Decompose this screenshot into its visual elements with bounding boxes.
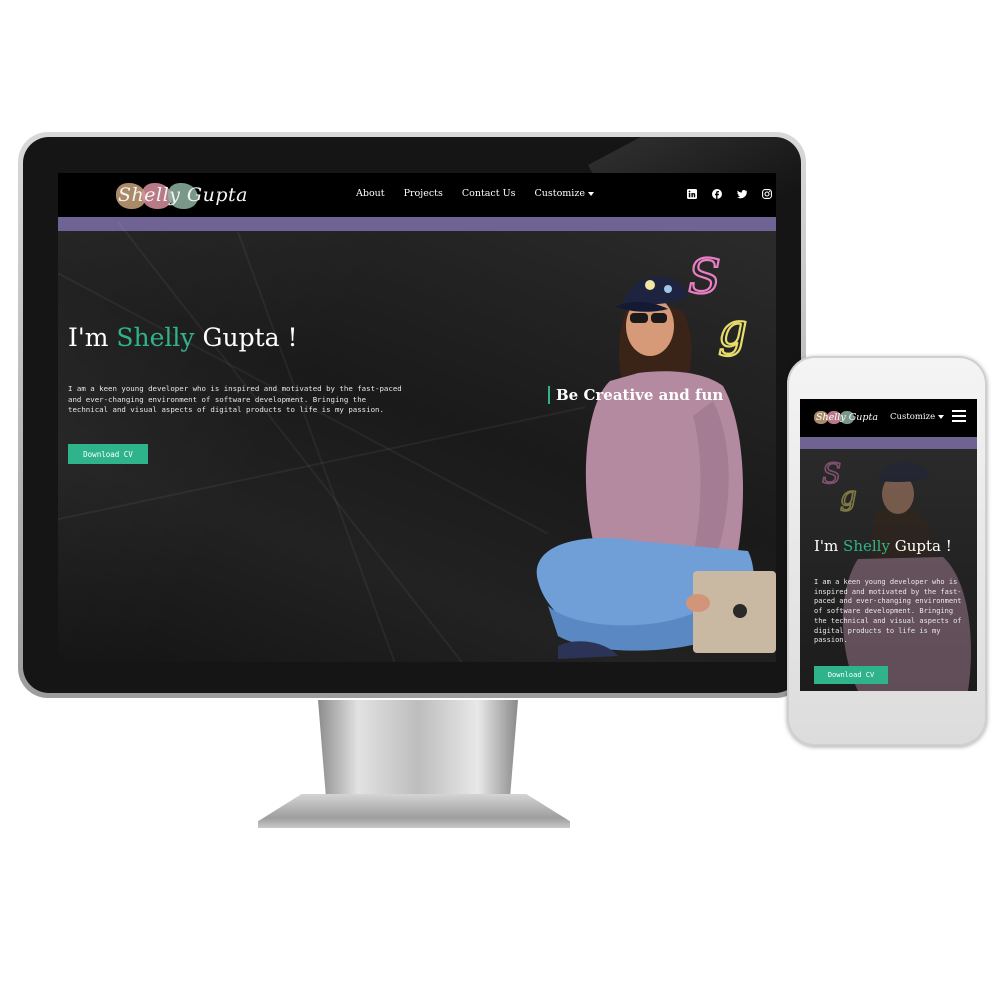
neon-initial-s: S	[688, 251, 721, 305]
mobile-title-prefix: I'm	[814, 537, 844, 555]
download-cv-button[interactable]: Download CV	[68, 444, 148, 464]
nav-link-contact[interactable]: Contact Us	[462, 188, 516, 199]
brand-name: Shelly Gupta	[118, 184, 248, 206]
background-streak	[117, 221, 489, 662]
neon-initial-g: g	[718, 303, 747, 357]
customize-label: Customize	[534, 188, 585, 199]
mobile-hero-title: I'm Shelly Gupta !	[814, 537, 952, 555]
mobile-phone: Shelly Gupta Customize S g I'm Shelly Gu…	[787, 356, 987, 746]
brand-logo[interactable]: Shelly Gupta	[116, 179, 252, 211]
mobile-hero-description: I am a keen young developer who is inspi…	[814, 578, 962, 645]
title-suffix: Gupta !	[194, 323, 298, 352]
chevron-down-icon	[587, 191, 594, 196]
title-prefix: I'm	[68, 323, 117, 352]
customize-dropdown[interactable]: Customize	[534, 188, 594, 199]
mobile-hero-section: S g I'm Shelly Gupta ! I am a keen young…	[800, 449, 977, 691]
mobile-neon-g: g	[840, 482, 857, 512]
mobile-download-cv-button[interactable]: Download CV	[814, 666, 888, 684]
hero-description: I am a keen young developer who is inspi…	[68, 384, 402, 414]
monitor-stand-neck	[318, 700, 518, 798]
mobile-profile-photo: S g	[821, 456, 971, 691]
desktop-screen: Shelly Gupta About Projects Contact Us C…	[58, 173, 776, 662]
nav-link-about[interactable]: About	[356, 188, 385, 199]
linkedin-icon[interactable]	[687, 189, 697, 199]
accent-band	[58, 217, 776, 231]
monitor-stand-base	[258, 794, 570, 828]
mobile-customize-label: Customize	[890, 412, 936, 422]
hero-section: I'm Shelly Gupta ! I am a keen young dev…	[58, 221, 776, 662]
background-streak	[58, 406, 586, 533]
mobile-brand-name: Shelly Gupta	[816, 412, 878, 423]
mobile-navbar: Shelly Gupta Customize	[800, 399, 977, 437]
hamburger-menu-icon[interactable]	[952, 410, 966, 423]
title-accent-name: Shelly	[116, 323, 195, 352]
mobile-brand-logo[interactable]: Shelly Gupta	[814, 409, 878, 427]
social-links	[687, 189, 772, 199]
nav-links: About Projects Contact Us Customize	[356, 188, 594, 199]
nav-link-projects[interactable]: Projects	[404, 188, 443, 199]
mobile-screen: Shelly Gupta Customize S g I'm Shelly Gu…	[800, 399, 977, 691]
desktop-navbar: Shelly Gupta About Projects Contact Us C…	[58, 173, 776, 217]
chevron-down-icon	[938, 414, 945, 419]
mobile-neon-s: S	[822, 457, 841, 490]
profile-photo: S g	[536, 251, 776, 659]
hero-title: I'm Shelly Gupta !	[68, 323, 298, 352]
desktop-monitor: Shelly Gupta About Projects Contact Us C…	[18, 132, 806, 698]
mobile-title-suffix: Gupta !	[889, 537, 952, 555]
mobile-title-accent-name: Shelly	[843, 537, 890, 555]
hero-tagline: Be Creative and fun	[548, 386, 723, 404]
instagram-icon[interactable]	[762, 189, 772, 199]
mobile-customize-dropdown[interactable]: Customize	[890, 412, 945, 422]
monitor-bezel: Shelly Gupta About Projects Contact Us C…	[23, 137, 801, 693]
mobile-accent-band	[800, 437, 977, 449]
facebook-icon[interactable]	[712, 189, 722, 199]
twitter-icon[interactable]	[737, 189, 747, 199]
